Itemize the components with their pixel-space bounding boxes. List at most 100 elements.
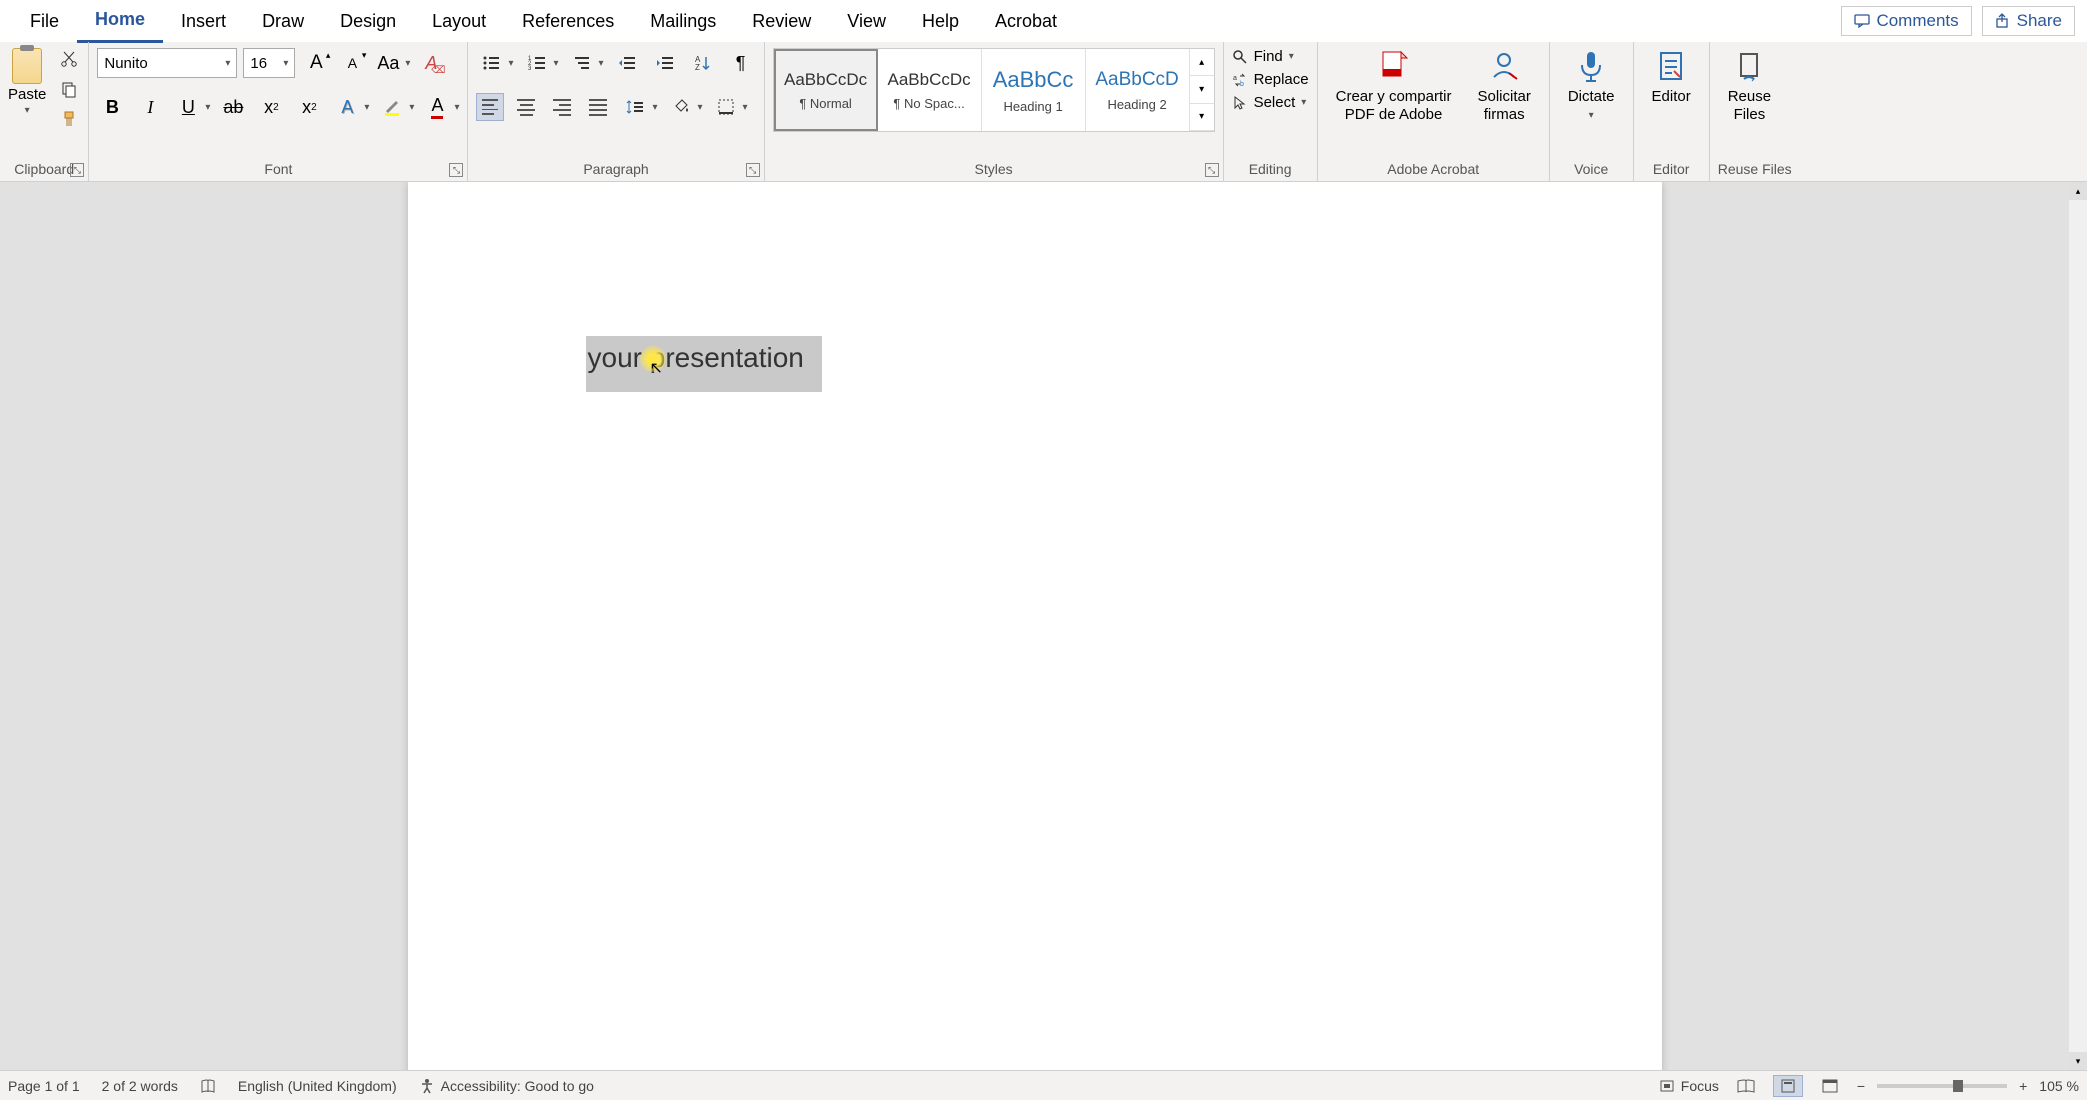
style-no-spacing[interactable]: AaBbCcDc ¶ No Spac... — [878, 49, 982, 131]
font-family-select[interactable]: Nunito ▾ — [97, 48, 237, 78]
clear-formatting-button[interactable]: A⌫ — [416, 48, 446, 78]
align-justify-button[interactable] — [584, 93, 612, 121]
styles-launcher[interactable]: ⤡ — [1205, 163, 1219, 177]
reuse-files-label: Reuse Files — [1728, 88, 1771, 124]
bold-button[interactable]: B — [97, 92, 127, 122]
text-effects-button[interactable]: A▾ — [332, 92, 369, 122]
web-layout-button[interactable] — [1815, 1075, 1845, 1097]
styles-gallery: AaBbCcDc ¶ Normal AaBbCcDc ¶ No Spac... … — [773, 48, 1215, 132]
tab-view[interactable]: View — [829, 1, 904, 42]
shrink-font-button[interactable]: A▾ — [337, 48, 367, 78]
zoom-thumb[interactable] — [1953, 1080, 1963, 1092]
replace-button[interactable]: ab Replace — [1232, 71, 1309, 88]
style-heading2[interactable]: AaBbCcD Heading 2 — [1086, 49, 1190, 131]
highlight-button[interactable]: ▾ — [377, 92, 414, 122]
tab-home[interactable]: Home — [77, 0, 163, 43]
paragraph-launcher[interactable]: ⤡ — [746, 163, 760, 177]
tab-help[interactable]: Help — [904, 1, 977, 42]
tab-insert[interactable]: Insert — [163, 1, 244, 42]
tab-design[interactable]: Design — [322, 1, 414, 42]
document-area[interactable]: your presentation ↖ — [0, 182, 2069, 1070]
select-button[interactable]: Select ▾ — [1232, 94, 1309, 111]
change-case-button[interactable]: Aa▾ — [373, 48, 410, 78]
comments-button[interactable]: Comments — [1841, 6, 1971, 36]
strikethrough-button[interactable]: ab — [218, 92, 248, 122]
line-spacing-button[interactable]: ▾ — [620, 92, 657, 122]
grow-font-button[interactable]: A▴ — [301, 48, 331, 78]
subscript-button[interactable]: x2 — [256, 92, 286, 122]
font-size-select[interactable]: 16 ▾ — [243, 48, 295, 78]
align-center-button[interactable] — [512, 93, 540, 121]
decrease-indent-button[interactable] — [612, 48, 642, 78]
print-layout-button[interactable] — [1773, 1075, 1803, 1097]
editing-group-label: Editing — [1232, 159, 1309, 179]
sort-button[interactable]: AZ — [688, 48, 718, 78]
share-button[interactable]: Share — [1982, 6, 2075, 36]
style-heading1[interactable]: AaBbCc Heading 1 — [982, 49, 1086, 131]
page[interactable]: your presentation ↖ — [408, 182, 1662, 1070]
zoom-value[interactable]: 105 % — [2039, 1078, 2079, 1094]
format-painter-button[interactable] — [58, 108, 80, 130]
accessibility-label: Accessibility: Good to go — [441, 1078, 594, 1094]
zoom-in-button[interactable]: + — [2019, 1078, 2027, 1094]
show-marks-button[interactable]: ¶ — [726, 48, 756, 78]
multilevel-list-button[interactable]: ▾ — [567, 48, 604, 78]
word-count[interactable]: 2 of 2 words — [102, 1078, 178, 1094]
align-left-button[interactable] — [476, 93, 504, 121]
styles-scroll-down[interactable]: ▾ — [1190, 76, 1214, 103]
numbering-button[interactable]: 123▾ — [522, 48, 559, 78]
pdf-icon — [1376, 48, 1412, 84]
font-launcher[interactable]: ⤡ — [449, 163, 463, 177]
tab-mailings[interactable]: Mailings — [632, 1, 734, 42]
find-button[interactable]: Find ▾ — [1232, 48, 1309, 65]
scroll-down-button[interactable]: ▾ — [2069, 1052, 2087, 1070]
borders-button[interactable]: ▾ — [711, 92, 748, 122]
vertical-scrollbar[interactable]: ▴ ▾ — [2069, 182, 2087, 1070]
editor-label: Editor — [1652, 88, 1691, 106]
tab-layout[interactable]: Layout — [414, 1, 504, 42]
dictate-button[interactable]: Dictate ▾ — [1558, 48, 1625, 121]
sort-icon: AZ — [694, 54, 712, 72]
tab-review[interactable]: Review — [734, 1, 829, 42]
selected-text[interactable]: your presentation — [586, 336, 822, 392]
zoom-out-button[interactable]: − — [1857, 1078, 1865, 1094]
shading-button[interactable]: ▾ — [666, 92, 703, 122]
increase-indent-button[interactable] — [650, 48, 680, 78]
chevron-down-icon: ▾ — [1301, 97, 1306, 108]
language-status[interactable]: English (United Kingdom) — [238, 1078, 397, 1094]
accessibility-status[interactable]: Accessibility: Good to go — [419, 1078, 594, 1094]
align-right-button[interactable] — [548, 93, 576, 121]
bullets-button[interactable]: ▾ — [476, 48, 513, 78]
tab-references[interactable]: References — [504, 1, 632, 42]
scroll-up-button[interactable]: ▴ — [2069, 182, 2087, 200]
styles-scroll-up[interactable]: ▴ — [1190, 49, 1214, 76]
zoom-slider[interactable] — [1877, 1084, 2007, 1088]
italic-button[interactable]: I — [135, 92, 165, 122]
paste-button[interactable]: Paste ▾ — [8, 48, 46, 116]
cut-button[interactable] — [58, 48, 80, 70]
styles-expand[interactable]: ▾ — [1190, 104, 1214, 131]
voice-group-label: Voice — [1558, 159, 1625, 179]
tab-acrobat[interactable]: Acrobat — [977, 1, 1075, 42]
share-icon — [1995, 13, 2011, 29]
underline-button[interactable]: U▾ — [173, 92, 210, 122]
superscript-button[interactable]: x2 — [294, 92, 324, 122]
group-editor: Editor Editor — [1634, 42, 1710, 181]
read-mode-button[interactable] — [1731, 1075, 1761, 1097]
tab-draw[interactable]: Draw — [244, 1, 322, 42]
tab-file[interactable]: File — [12, 1, 77, 42]
reuse-files-button[interactable]: Reuse Files — [1718, 48, 1781, 124]
clipboard-launcher[interactable]: ⤡ — [70, 163, 84, 177]
page-status[interactable]: Page 1 of 1 — [8, 1078, 80, 1094]
focus-button[interactable]: Focus — [1659, 1078, 1719, 1094]
style-normal[interactable]: AaBbCcDc ¶ Normal — [774, 49, 878, 131]
copy-button[interactable] — [58, 78, 80, 100]
font-color-button[interactable]: A▾ — [422, 92, 459, 122]
spell-check-button[interactable] — [200, 1078, 216, 1094]
style-preview: AaBbCcDc — [888, 70, 971, 90]
request-signatures-button[interactable]: Solicitar firmas — [1467, 48, 1540, 124]
comment-icon — [1854, 13, 1870, 29]
create-pdf-button[interactable]: Crear y compartir PDF de Adobe — [1326, 48, 1462, 124]
editor-button[interactable]: Editor — [1642, 48, 1701, 106]
style-name: Heading 1 — [1003, 99, 1062, 114]
